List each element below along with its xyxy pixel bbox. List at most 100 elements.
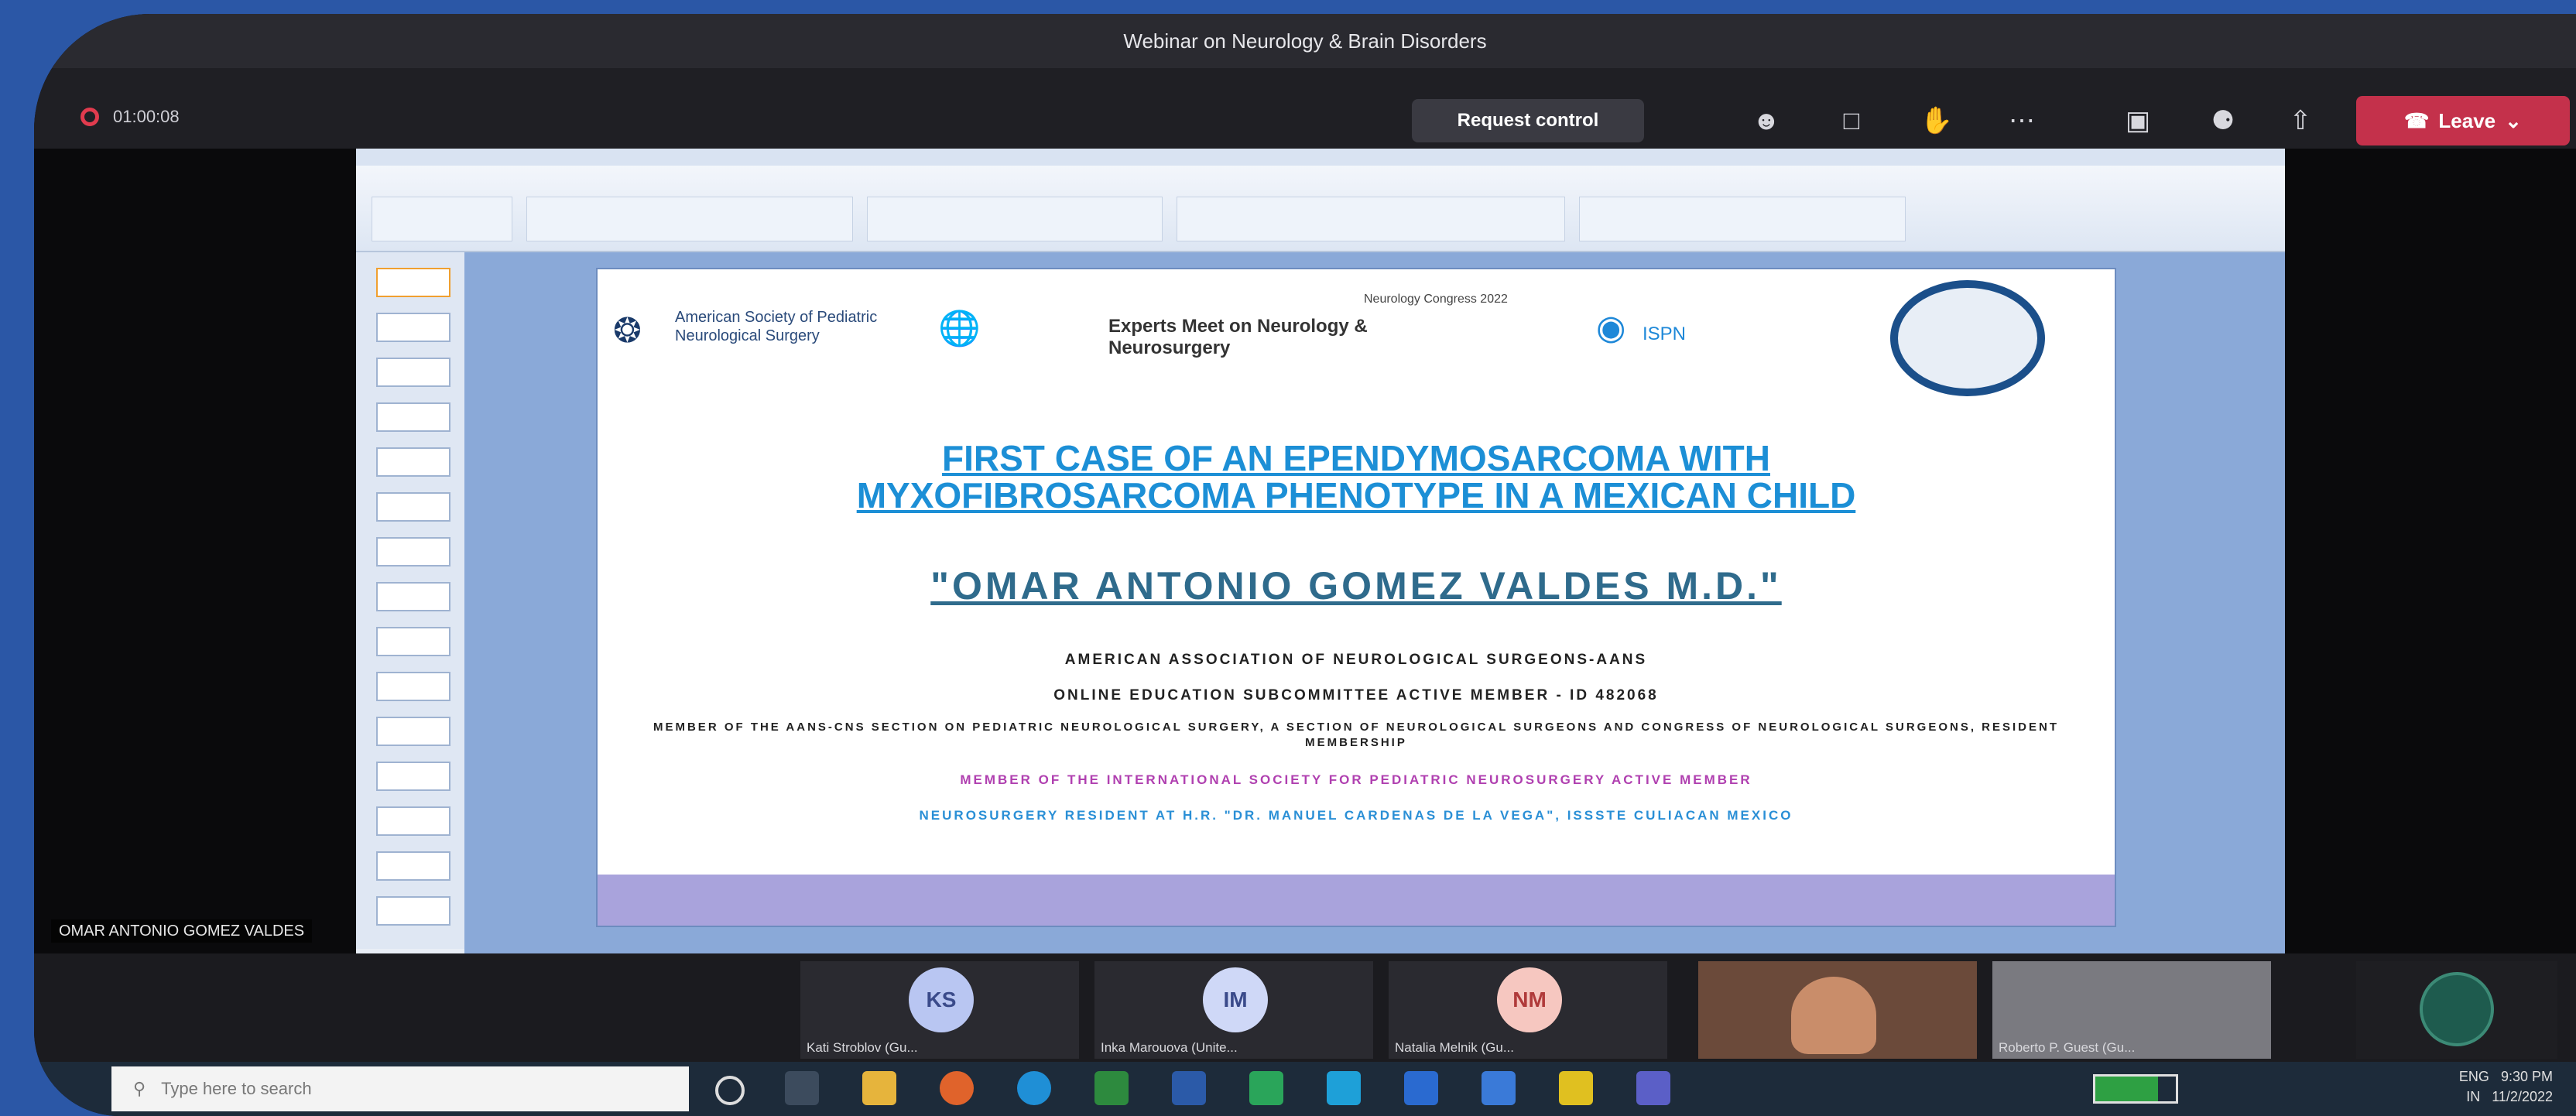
participant-tile[interactable]: NM Natalia Melnik (Gu... [1389, 961, 1667, 1059]
slide-thumbnail[interactable] [376, 268, 450, 297]
recording-indicator: 01:00:08 [80, 107, 180, 127]
chevron-down-icon[interactable]: ⌄ [2505, 109, 2522, 133]
more-icon[interactable]: ⋯ [2000, 102, 2043, 139]
slide-thumbnail[interactable] [376, 492, 450, 522]
slide-thumbnails [356, 252, 466, 949]
ribbon-group [1177, 197, 1565, 241]
windows-taskbar: ⚲ Type here to search ENG 9:30 PM IN 11/… [34, 1062, 2576, 1116]
avatar: NM [1497, 967, 1562, 1032]
region-label: IN [2466, 1089, 2481, 1104]
participant-name: Roberto P. Guest (Gu... [1999, 1040, 2136, 1055]
search-placeholder: Type here to search [161, 1079, 312, 1098]
system-tray[interactable]: ENG 9:30 PM IN 11/2/2022 [2459, 1066, 2553, 1107]
task-view-icon[interactable] [785, 1071, 819, 1105]
slide-affiliation-5: NEUROSURGERY RESIDENT AT H.R. "DR. MANUE… [919, 808, 1793, 823]
ribbon-group [1579, 197, 1906, 241]
window-title: Webinar on Neurology & Brain Disorders [1123, 29, 1487, 53]
avatar: KS [909, 967, 974, 1032]
slide-thumbnail[interactable] [376, 313, 450, 342]
battery-indicator[interactable] [2093, 1074, 2178, 1104]
org-avatar-icon [2420, 972, 2494, 1046]
ispn-label: ISPN [1643, 324, 1687, 344]
outlook-icon[interactable] [1404, 1071, 1438, 1105]
camera-off-icon[interactable]: ▣ [2116, 102, 2160, 139]
slide-thumbnail[interactable] [376, 672, 450, 701]
avatar: IM [1203, 967, 1268, 1032]
participant-tile[interactable]: IM Inka Marouova (Unite... [1094, 961, 1373, 1059]
slide-thumbnail[interactable] [376, 627, 450, 656]
slide-thumbnail[interactable] [376, 447, 450, 477]
request-control-button[interactable]: Request control [1412, 99, 1644, 142]
org-logo-text: American Society of Pediatric Neurologic… [675, 309, 878, 344]
slide-thumbnail[interactable] [376, 402, 450, 432]
edge-icon[interactable] [1017, 1071, 1051, 1105]
participant-video-tile[interactable] [1698, 961, 1977, 1059]
app-icon[interactable] [1482, 1071, 1516, 1105]
cortana-icon[interactable] [715, 1076, 745, 1105]
participant-tile[interactable]: KS Kati Stroblov (Gu... [800, 961, 1079, 1059]
excel-icon[interactable] [1094, 1071, 1129, 1105]
slide-editor: ❂ American Society of Pediatric Neurolog… [464, 252, 2285, 953]
title-bar: Webinar on Neurology & Brain Disorders [34, 14, 2576, 68]
participant-tile[interactable] [2356, 961, 2557, 1059]
taskbar-search[interactable]: ⚲ Type here to search [111, 1066, 689, 1111]
presenter-name-label: OMAR ANTONIO GOMEZ VALDES [51, 919, 313, 943]
slide-thumbnail[interactable] [376, 537, 450, 567]
phone-icon: ☎ [2404, 108, 2430, 132]
ribbon-group [372, 197, 512, 241]
participant-name: Inka Marouova (Unite... [1101, 1040, 1238, 1055]
people-icon[interactable]: ☻ [1745, 102, 1788, 139]
slide-thumbnail[interactable] [376, 896, 450, 926]
participant-name: Natalia Melnik (Gu... [1395, 1040, 1514, 1055]
slide-header-logos: ❂ American Society of Pediatric Neurolog… [598, 277, 2115, 401]
slide-thumbnail[interactable] [376, 762, 450, 791]
event-name: Experts Meet on Neurology & Neurosurgery [1108, 316, 1368, 358]
participant-strip: KS Kati Stroblov (Gu... IM Inka Marouova… [34, 953, 2576, 1062]
participant-video [1791, 977, 1876, 1054]
store-icon[interactable] [1249, 1071, 1283, 1105]
share-icon[interactable]: ⇧ [2279, 102, 2322, 139]
chat-icon[interactable]: □ [1830, 102, 1873, 139]
globe-logo-icon: 🌐 [938, 310, 981, 347]
battery-fill [2095, 1077, 2159, 1101]
slide-thumbnail[interactable] [376, 358, 450, 387]
leave-button[interactable]: ☎ Leave ⌄ [2356, 96, 2570, 145]
powerpoint-ribbon [356, 166, 2285, 252]
asp-logo-icon: ❂ [613, 312, 642, 350]
word-icon[interactable] [1172, 1071, 1206, 1105]
slide-title-line1: FIRST CASE OF AN EPENDYMOSARCOMA WITH [942, 438, 1770, 478]
leave-label: Leave [2438, 108, 2496, 132]
language-label: ENG [2458, 1069, 2489, 1084]
meeting-toolbar: 01:00:08 Request control ☻ □ ✋ ⋯ ▣ ⚈ ⇧ ☎… [34, 68, 2576, 149]
shared-screen: ❂ American Society of Pediatric Neurolog… [356, 149, 2285, 953]
slide-thumbnail[interactable] [376, 717, 450, 746]
teams-icon[interactable] [1636, 1071, 1670, 1105]
participant-video-tile[interactable]: Roberto P. Guest (Gu... [1992, 961, 2271, 1059]
congress-label: Neurology Congress 2022 [1364, 293, 1508, 306]
meeting-timer: 01:00:08 [113, 107, 180, 126]
clock-date: 11/2/2022 [2492, 1089, 2553, 1104]
slide-thumbnail[interactable] [376, 851, 450, 881]
slide-affiliation-3: MEMBER OF THE AANS-CNS SECTION ON PEDIAT… [653, 721, 2060, 749]
ribbon-group [867, 197, 1163, 241]
mic-off-icon[interactable]: ⚈ [2201, 102, 2245, 139]
raise-hand-icon[interactable]: ✋ [1915, 102, 1958, 139]
slide-footer-band [598, 875, 2115, 926]
slide-author: "OMAR ANTONIO GOMEZ VALDES M.D." [930, 564, 1782, 608]
record-icon [80, 108, 99, 126]
slide-affiliation-4: MEMBER OF THE INTERNATIONAL SOCIETY FOR … [960, 772, 1752, 787]
ispn-logo-icon: ◉ [1596, 309, 1626, 347]
slide-title-line2: MYXOFIBROSARCOMA PHENOTYPE IN A MEXICAN … [856, 475, 1856, 515]
slide-affiliation-1: AMERICAN ASSOCIATION OF NEUROLOGICAL SUR… [1064, 652, 1648, 668]
seal-logo-icon [1890, 280, 2045, 396]
chrome-icon[interactable] [940, 1071, 974, 1105]
search-icon: ⚲ [133, 1079, 146, 1098]
powerpoint-title-bar [356, 149, 2285, 166]
file-explorer-icon[interactable] [862, 1071, 896, 1105]
slide-affiliation-2: ONLINE EDUCATION SUBCOMMITTEE ACTIVE MEM… [1053, 687, 1659, 703]
slide-thumbnail[interactable] [376, 582, 450, 611]
participant-name: Kati Stroblov (Gu... [807, 1040, 918, 1055]
app-icon[interactable] [1559, 1071, 1593, 1105]
app-icon[interactable] [1327, 1071, 1361, 1105]
slide-thumbnail[interactable] [376, 806, 450, 836]
